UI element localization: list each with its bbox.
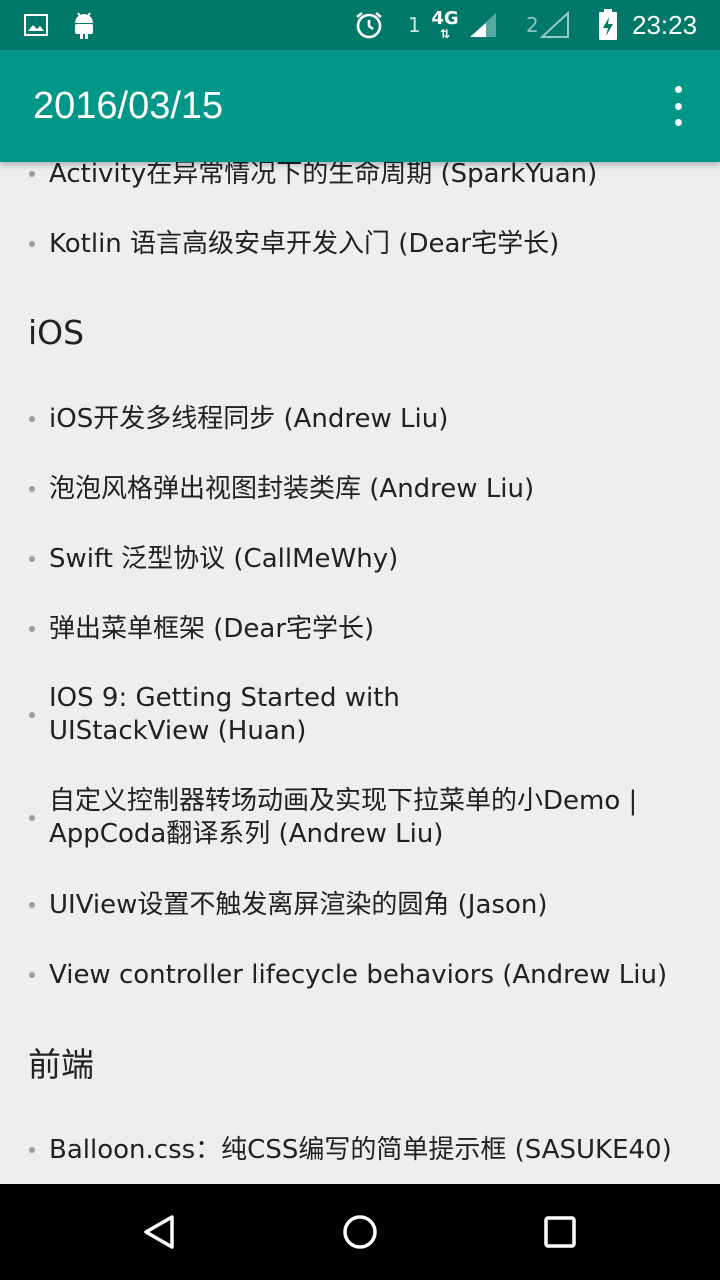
list-item-text: Swift 泛型协议 (CallMeWhy) [49, 543, 399, 574]
list-item-text: iOS开发多线程同步 (Andrew Liu) [49, 403, 449, 434]
android-icon [70, 0, 98, 50]
list-item-text: Kotlin 语言高级安卓开发入门 (Dear宅学长) [49, 228, 560, 259]
bullet [29, 416, 35, 422]
bullet [29, 1147, 35, 1153]
back-icon[interactable] [100, 1184, 220, 1280]
list-item[interactable]: iOS开发多线程同步 (Andrew Liu) [0, 402, 700, 436]
list-item[interactable]: 自定义控制器转场动画及实现下拉菜单的小Demo | AppCoda翻译系列 (A… [0, 785, 700, 851]
bullet [29, 556, 35, 562]
navigation-bar [0, 1184, 720, 1280]
bullet [29, 171, 35, 177]
list-item-text: Balloon.css：纯CSS编写的简单提示框 (SASUKE40) [49, 1134, 672, 1165]
clock: 23:23 [632, 9, 698, 40]
signal-empty-icon [538, 0, 572, 50]
list-item-text: View controller lifecycle behaviors (And… [49, 959, 668, 990]
list-item-text: IOS 9: Getting Started with UIStackView … [49, 683, 400, 746]
list-item[interactable]: Swift 泛型协议 (CallMeWhy) [0, 542, 700, 576]
alarm-icon [352, 0, 386, 50]
section-title-frontend: 前端 [28, 1045, 94, 1084]
more-vert-icon[interactable] [664, 86, 692, 126]
status-bar: 1 4G ⇅ 2 23:23 [0, 0, 720, 50]
page-title: 2016/03/15 [33, 84, 224, 127]
data-arrows-icon: ⇅ [439, 27, 451, 41]
home-icon[interactable] [300, 1184, 420, 1280]
article-list: Activity在异常情况下的生命周期 (SparkYuan) Kotlin 语… [0, 162, 720, 1184]
bullet [29, 712, 35, 718]
list-item-text: Activity在异常情况下的生命周期 (SparkYuan) [49, 162, 598, 189]
sim2-label: 2 [526, 13, 539, 37]
list-item-text: 泡泡风格弹出视图封装类库 (Andrew Liu) [49, 473, 535, 504]
list-item[interactable]: UIView设置不触发离屏渲染的圆角 (Jason) [0, 888, 700, 922]
bullet [29, 241, 35, 247]
section-title-ios: iOS [28, 313, 85, 352]
list-item[interactable]: Kotlin 语言高级安卓开发入门 (Dear宅学长) [0, 227, 700, 261]
network-type: 4G ⇅ [426, 0, 464, 50]
bullet [29, 486, 35, 492]
bullet [29, 972, 35, 978]
list-item[interactable]: IOS 9: Getting Started with UIStackView … [0, 682, 700, 748]
list-item[interactable]: 弹出菜单框架 (Dear宅学长) [0, 612, 700, 646]
bullet [29, 902, 35, 908]
list-item-text: 自定义控制器转场动画及实现下拉菜单的小Demo | AppCoda翻译系列 (A… [49, 786, 638, 849]
sim1-label: 1 [408, 13, 421, 37]
bullet [29, 626, 35, 632]
list-item[interactable]: View controller lifecycle behaviors (And… [0, 958, 700, 992]
recents-icon[interactable] [500, 1184, 620, 1280]
list-item[interactable]: Balloon.css：纯CSS编写的简单提示框 (SASUKE40) [0, 1133, 700, 1167]
list-item[interactable]: 泡泡风格弹出视图封装类库 (Andrew Liu) [0, 472, 700, 506]
image-icon [22, 0, 50, 50]
battery-charging-icon [596, 0, 620, 50]
signal-icon [466, 0, 500, 50]
network-label: 4G [431, 8, 459, 29]
list-item[interactable]: Activity在异常情况下的生命周期 (SparkYuan) [0, 162, 700, 191]
bullet [29, 815, 35, 821]
list-item-text: UIView设置不触发离屏渲染的圆角 (Jason) [49, 889, 548, 920]
list-item-text: 弹出菜单框架 (Dear宅学长) [49, 613, 375, 644]
app-bar: 2016/03/15 [0, 50, 720, 162]
